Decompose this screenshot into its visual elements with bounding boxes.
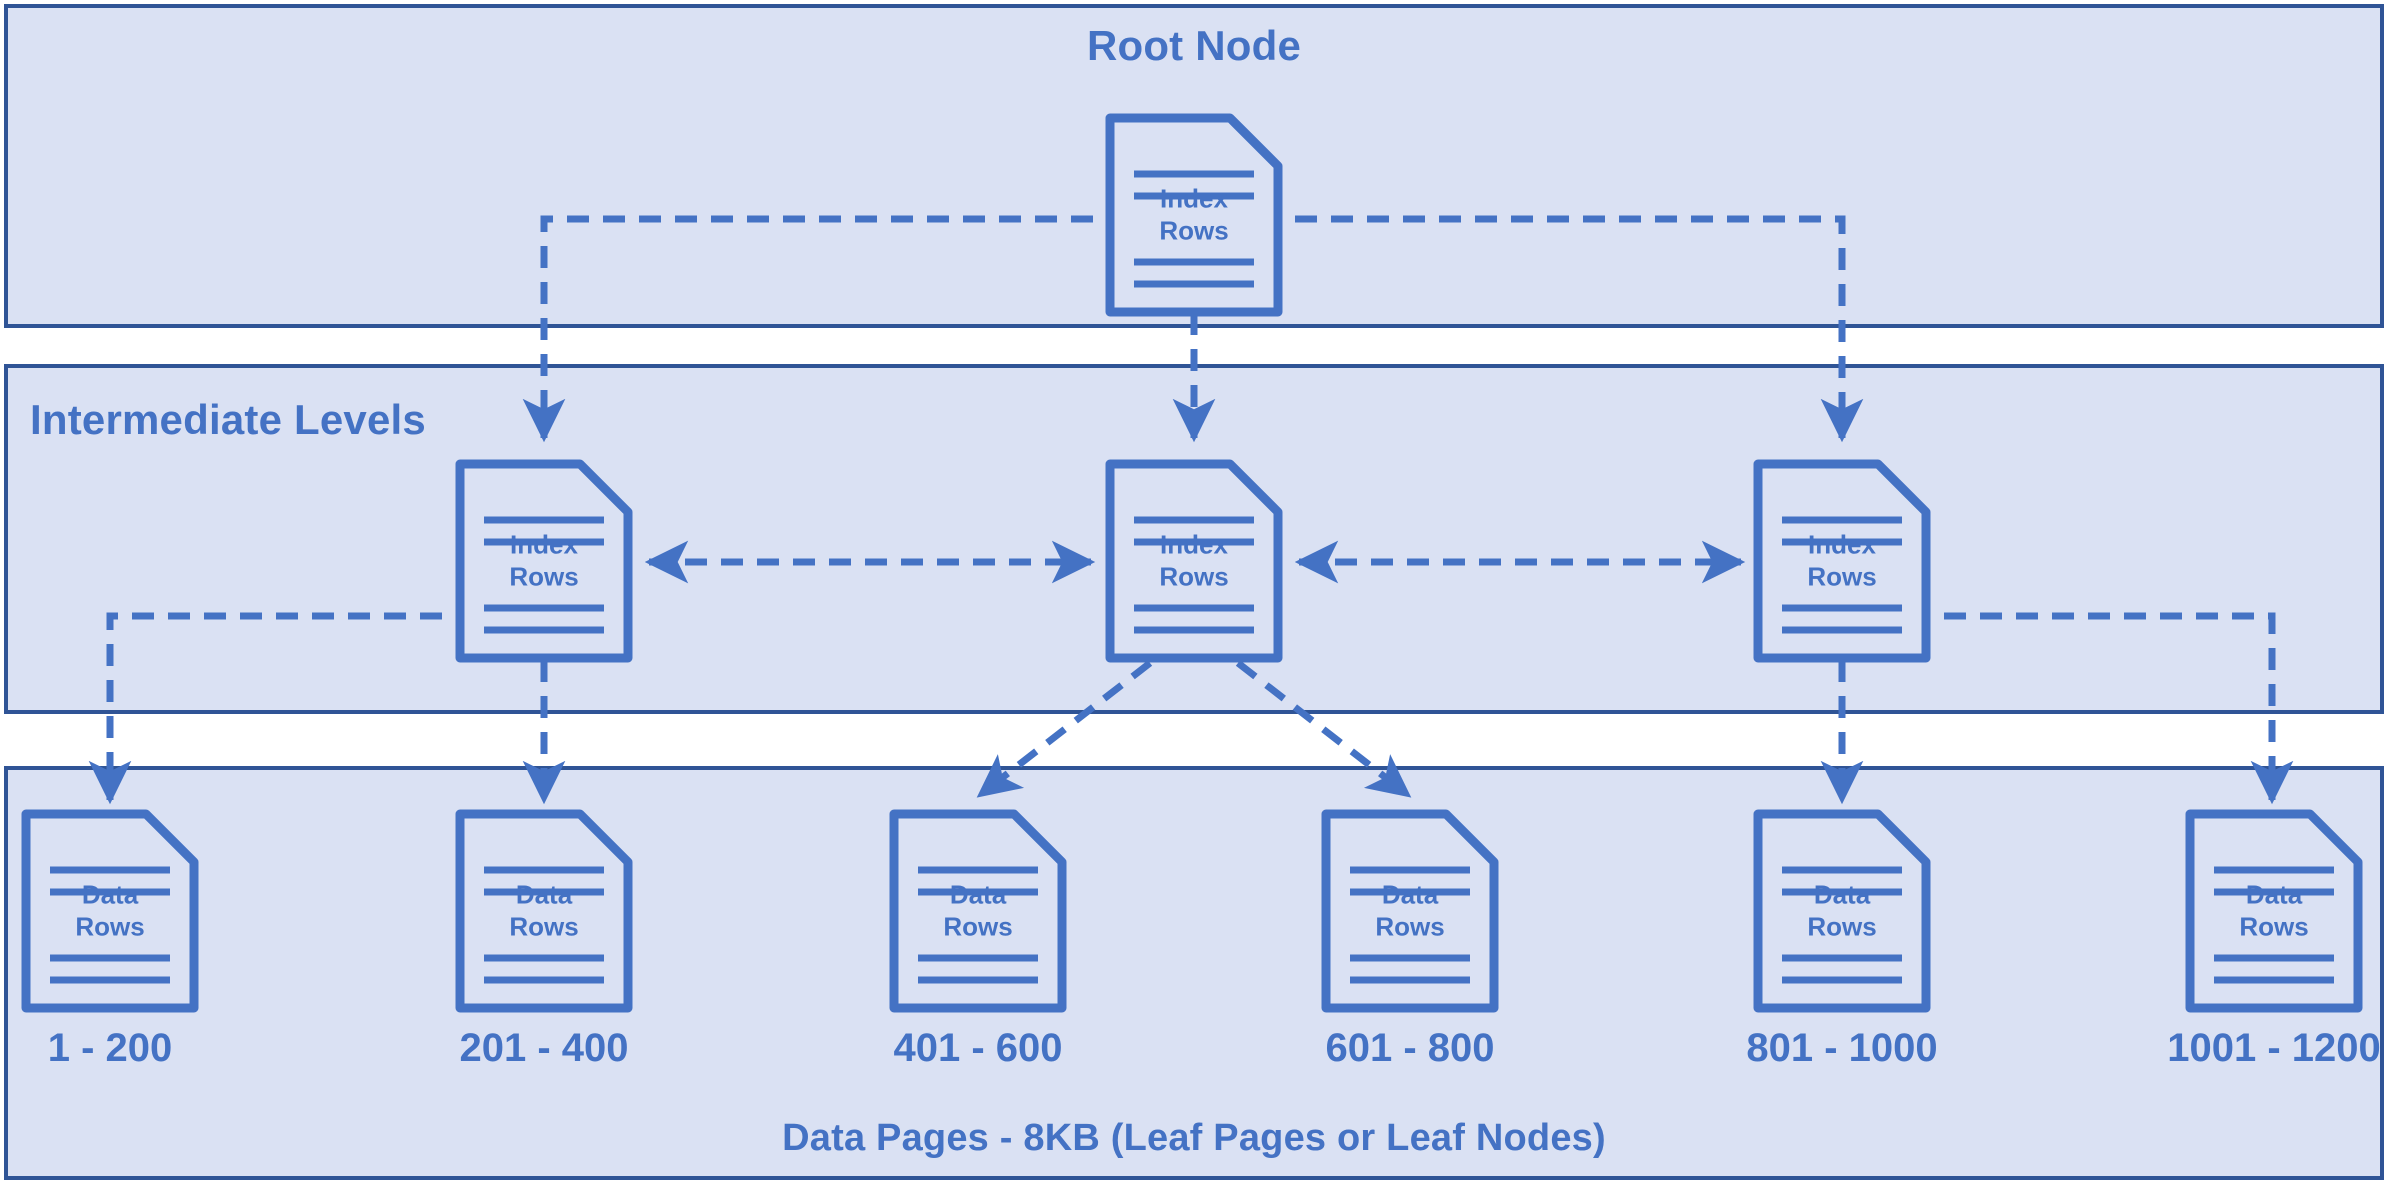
diagram-canvas: Root Node Intermediate Levels Data Pages…: [0, 0, 2388, 1187]
panel-title-root-node: Root Node: [1086, 22, 1302, 69]
range-label-6: 1001 - 1200: [2167, 1026, 2381, 1070]
node-leaf-data-page-6[interactable]: Data Rows: [2184, 808, 2364, 1014]
node-leaf-data-page-3[interactable]: Data Rows: [888, 808, 1068, 1014]
panel-data-pages: Data Pages - 8KB (Leaf Pages or Leaf Nod…: [4, 766, 2384, 1180]
document-page-icon: [455, 809, 633, 1013]
document-page-icon: [1105, 459, 1283, 663]
document-page-icon: [889, 809, 1067, 1013]
node-leaf-data-page-2[interactable]: Data Rows: [454, 808, 634, 1014]
document-page-icon: [1321, 809, 1499, 1013]
panel-title-intermediate-levels: Intermediate Levels: [30, 396, 426, 443]
document-page-icon: [455, 459, 633, 663]
range-label-4: 601 - 800: [1325, 1026, 1495, 1070]
range-label-3: 401 - 600: [893, 1026, 1063, 1070]
node-root-index-page[interactable]: Index Rows: [1104, 112, 1284, 318]
range-label-1: 1 - 200: [47, 1026, 173, 1070]
node-leaf-data-page-4[interactable]: Data Rows: [1320, 808, 1500, 1014]
panel-caption-data-pages: Data Pages - 8KB (Leaf Pages or Leaf Nod…: [782, 1117, 1606, 1159]
node-intermediate-index-page-2[interactable]: Index Rows: [1104, 458, 1284, 664]
document-page-icon: [21, 809, 199, 1013]
node-intermediate-index-page-1[interactable]: Index Rows: [454, 458, 634, 664]
node-leaf-data-page-5[interactable]: Data Rows: [1752, 808, 1932, 1014]
node-leaf-data-page-1[interactable]: Data Rows: [20, 808, 200, 1014]
document-page-icon: [1105, 113, 1283, 317]
document-page-icon: [1753, 459, 1931, 663]
range-label-2: 201 - 400: [459, 1026, 629, 1070]
range-label-5: 801 - 1000: [1746, 1026, 1938, 1070]
document-page-icon: [2185, 809, 2363, 1013]
document-page-icon: [1753, 809, 1931, 1013]
node-intermediate-index-page-3[interactable]: Index Rows: [1752, 458, 1932, 664]
